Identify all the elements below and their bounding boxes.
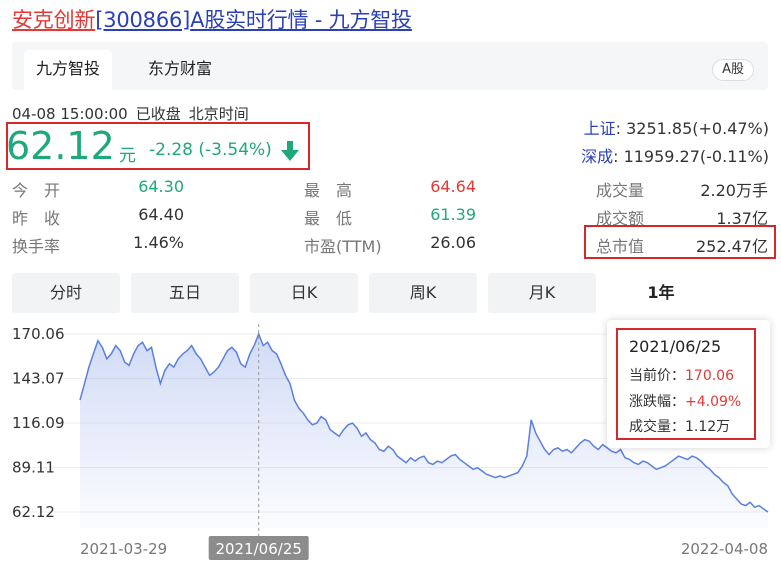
down-arrow-icon bbox=[281, 141, 299, 161]
tooltip-change-label: 涨跌幅： bbox=[629, 394, 685, 410]
index-shanghai-value: : 3251.85(+0.47%) bbox=[615, 119, 769, 138]
index-shanghai[interactable]: 上证: 3251.85(+0.47%) bbox=[584, 115, 769, 139]
trade-datetime: 04-08 15:00:00 bbox=[12, 105, 128, 123]
x-tick-label: 2021/06/25 bbox=[215, 540, 301, 558]
market-cap-value: 252.47亿 bbox=[696, 237, 768, 256]
period-tabs: 分时 五日 日K 周K 月K 1年 bbox=[12, 273, 768, 313]
x-tick-label: 2021-03-29 bbox=[80, 540, 167, 558]
tooltip-price-label: 当前价： bbox=[629, 368, 685, 384]
tooltip-date: 2021/06/25 bbox=[629, 337, 722, 356]
tooltip-volume-label: 成交量： bbox=[629, 419, 685, 435]
market-badge[interactable]: A股 bbox=[712, 59, 754, 81]
market-state: 已收盘 bbox=[135, 105, 181, 123]
time-zone: 北京时间 bbox=[188, 105, 249, 123]
tooltip-price-row: 当前价：170.06 bbox=[629, 365, 734, 385]
y-tick-label: 62.12 bbox=[12, 503, 55, 521]
volume-label: 成交量 bbox=[596, 181, 645, 200]
pe-label: 市盈(TTM) bbox=[304, 237, 382, 256]
volume-value: 2.20万手 bbox=[700, 181, 768, 200]
tab-daily-k[interactable]: 日K bbox=[250, 273, 358, 313]
tooltip-change-row: 涨跌幅：+4.09% bbox=[629, 391, 741, 411]
index-shanghai-label[interactable]: 上证 bbox=[584, 119, 616, 138]
low-label: 最 低 bbox=[304, 209, 353, 228]
y-tick-label: 170.06 bbox=[12, 325, 65, 343]
tab-five-day[interactable]: 五日 bbox=[131, 273, 239, 313]
open-label: 今 开 bbox=[12, 181, 61, 200]
source-tab-bar: 九方智投 东方财富 A股 bbox=[12, 42, 768, 90]
trade-status: 04-08 15:00:00 已收盘 北京时间 bbox=[12, 103, 257, 124]
prev-close-label: 昨 收 bbox=[12, 209, 61, 228]
tab-eastmoney[interactable]: 东方财富 bbox=[136, 50, 224, 90]
high-label: 最 高 bbox=[304, 181, 353, 200]
tab-weekly-k[interactable]: 周K bbox=[369, 273, 477, 313]
index-shenzhen-label[interactable]: 深成 bbox=[581, 147, 613, 166]
y-tick-label: 89.11 bbox=[12, 458, 55, 476]
stock-name-link[interactable]: 安克创新 bbox=[12, 8, 95, 32]
page-title: 安克创新[300866]A股实时行情 - 九方智投 bbox=[12, 4, 412, 34]
stock-code-link[interactable]: [300866] bbox=[95, 8, 190, 32]
market-cap-label: 总市值 bbox=[596, 237, 645, 256]
prev-close-value: 64.40 bbox=[138, 205, 184, 224]
high-value: 64.64 bbox=[430, 177, 476, 196]
tab-monthly-k[interactable]: 月K bbox=[488, 273, 596, 313]
tab-intraday[interactable]: 分时 bbox=[12, 273, 120, 313]
y-tick-label: 116.09 bbox=[12, 414, 65, 432]
tooltip-price-value: 170.06 bbox=[685, 368, 734, 384]
tooltip-volume-value: 1.12万 bbox=[685, 419, 731, 435]
pe-value: 26.06 bbox=[430, 233, 476, 252]
x-tick-label: 2022-04-08 bbox=[681, 540, 768, 558]
price-unit: 元 bbox=[119, 146, 136, 166]
quote-title-link[interactable]: A股实时行情 - 九方智投 bbox=[190, 8, 412, 32]
index-shenzhen-value: : 11959.27(-0.11%) bbox=[613, 147, 769, 166]
tooltip-volume-row: 成交量：1.12万 bbox=[629, 416, 730, 436]
tooltip-change-value: +4.09% bbox=[685, 394, 742, 410]
turnover-rate-value: 1.46% bbox=[133, 233, 184, 252]
index-shenzhen[interactable]: 深成: 11959.27(-0.11%) bbox=[581, 143, 769, 167]
current-price: 62.12 bbox=[6, 124, 115, 168]
turnover-rate-label: 换手率 bbox=[12, 237, 61, 256]
price-change: -2.28 (-3.54%) bbox=[149, 140, 272, 160]
y-tick-label: 143.07 bbox=[12, 370, 65, 388]
open-value: 64.30 bbox=[138, 177, 184, 196]
low-value: 61.39 bbox=[430, 205, 476, 224]
tab-jiufang[interactable]: 九方智投 bbox=[24, 50, 113, 90]
tab-one-year[interactable]: 1年 bbox=[607, 273, 715, 313]
